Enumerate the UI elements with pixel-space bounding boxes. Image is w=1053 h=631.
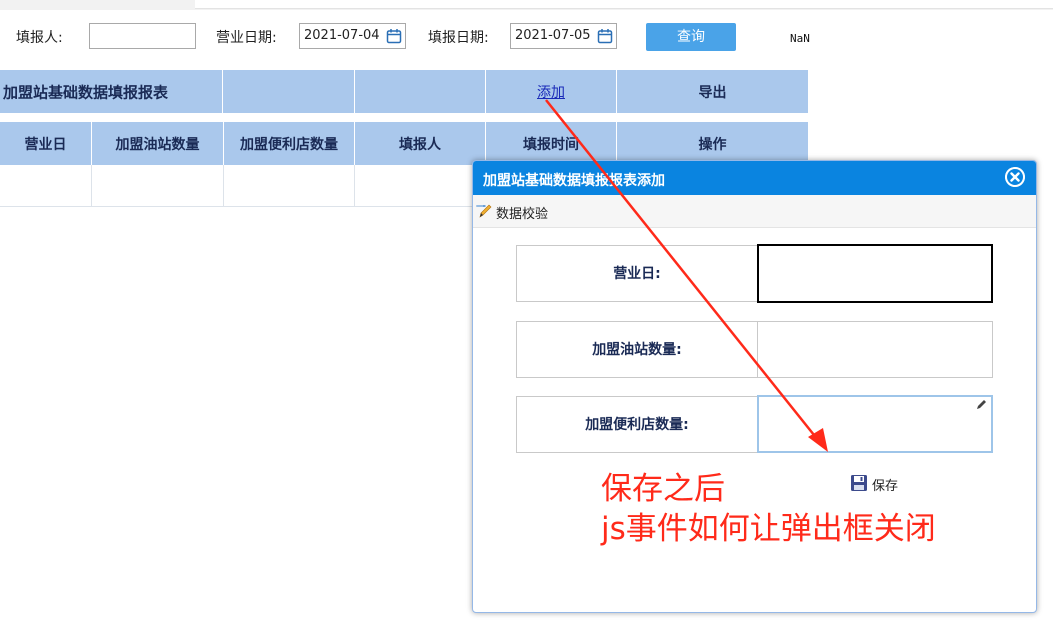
pencil-ruler-icon	[476, 204, 492, 218]
report-date-label: 填报日期:	[428, 30, 489, 46]
close-icon[interactable]	[1005, 167, 1025, 187]
annotation-text: 保存之后 js事件如何让弹出框关闭	[601, 469, 936, 549]
column-header: 操作	[698, 136, 727, 153]
business-date-label: 营业日期:	[216, 30, 277, 46]
store-count-input[interactable]	[757, 395, 993, 453]
top-strip-inner	[195, 0, 1053, 9]
station-count-input[interactable]	[757, 321, 993, 378]
column-header: 填报人	[355, 122, 486, 165]
browser-top-strip	[0, 0, 1053, 10]
title-row-empty-cell	[223, 70, 355, 113]
status-text: NaN	[790, 32, 810, 45]
validate-label: 数据校验	[496, 207, 549, 222]
add-link[interactable]: 添加	[537, 85, 565, 101]
table-cell	[92, 165, 224, 207]
title-row-empty-cell	[355, 70, 486, 113]
column-header: 加盟油站数量	[92, 122, 224, 165]
filler-input[interactable]	[89, 23, 196, 49]
table-title: 加盟站基础数据填报报表	[0, 70, 223, 113]
table-cell	[0, 165, 92, 207]
field-label-store-count: 加盟便利店数量:	[516, 396, 758, 453]
annotation-line-2: js事件如何让弹出框关闭	[601, 511, 936, 547]
column-header: 加盟便利店数量	[224, 122, 355, 165]
add-dialog: 加盟站基础数据填报报表添加 数据校验 营业日: 加盟油站数量: 加盟便利店数量:	[472, 160, 1037, 613]
business-date-input[interactable]: 2021-07-04	[299, 23, 406, 49]
report-date-input[interactable]: 2021-07-05	[510, 23, 617, 49]
business-date-value: 2021-07-04	[304, 28, 380, 43]
query-button[interactable]: 查询	[646, 23, 736, 51]
filler-label: 填报人:	[16, 30, 63, 46]
table-cell	[224, 165, 355, 207]
dialog-title: 加盟站基础数据填报报表添加	[483, 173, 665, 189]
dialog-toolbar: 数据校验	[473, 195, 1036, 228]
column-header: 填报时间	[486, 122, 617, 165]
field-label-station-count: 加盟油站数量:	[516, 321, 758, 378]
report-date-value: 2021-07-05	[515, 28, 591, 43]
filter-bar: 填报人: 营业日期: 2021-07-04 填报日期: 2021-07-05 查…	[0, 10, 1053, 68]
column-header: 营业日	[0, 122, 92, 165]
business-day-input[interactable]	[757, 244, 993, 303]
table-title-row: 加盟站基础数据填报报表 添加 导出	[0, 70, 808, 113]
table-header-row: 营业日 加盟油站数量 加盟便利店数量 填报人 填报时间 操作	[0, 122, 808, 165]
field-label-business-day: 营业日:	[516, 245, 758, 302]
annotation-line-1: 保存之后	[601, 471, 725, 507]
add-cell: 添加	[486, 70, 617, 113]
calendar-icon[interactable]	[597, 28, 613, 44]
calendar-icon[interactable]	[386, 28, 402, 44]
table-cell	[355, 165, 486, 207]
export-button[interactable]: 导出	[617, 70, 808, 113]
pencil-icon	[977, 400, 986, 409]
dialog-header: 加盟站基础数据填报报表添加	[473, 161, 1036, 195]
